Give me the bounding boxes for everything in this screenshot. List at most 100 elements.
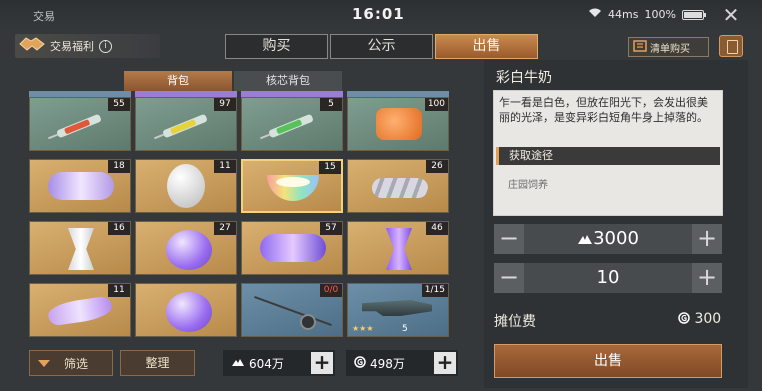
trade-welfare-button[interactable]: 交易福利 i <box>15 34 160 58</box>
inventory-slot[interactable]: 27 <box>135 221 237 275</box>
stall-fee-label: 摊位费 <box>494 314 536 330</box>
price-decrease-button[interactable]: − <box>494 224 524 254</box>
item-description-box: 乍一看是白色，但放在阳光下，会发出很美丽的光泽，是变异彩白短角牛身上掉落的。 获… <box>493 90 723 216</box>
purple-blob-icon <box>166 292 212 332</box>
sort-button[interactable]: 整理 <box>120 350 195 376</box>
add-currency-b-button[interactable]: + <box>434 352 456 374</box>
item-description: 乍一看是白色，但放在阳光下，会发出很美丽的光泽，是变异彩白短角牛身上掉落的。 <box>499 96 708 124</box>
inventory-slot[interactable]: 97 <box>135 97 237 151</box>
inventory-slot[interactable]: 100 <box>347 97 449 151</box>
item-quantity-badge: 27 <box>214 222 236 235</box>
coin-pile-icon <box>231 356 245 370</box>
cloud-cotton-icon <box>48 172 114 200</box>
battery-percent: 100% <box>644 8 676 21</box>
purple-spool-icon <box>386 228 412 270</box>
item-quantity-badge: 0/0 <box>320 284 342 297</box>
orange-jelly-icon <box>376 108 422 140</box>
source-text: 庄园饲养 <box>508 180 548 191</box>
inventory-slot[interactable]: 18 <box>29 159 131 213</box>
rifle-icon <box>362 300 432 316</box>
sell-button[interactable]: 出售 <box>494 344 722 378</box>
item-quantity-badge: 15 <box>319 161 341 174</box>
inventory-slot[interactable]: 46 <box>347 221 449 275</box>
item-name: 彩白牛奶 <box>496 70 552 86</box>
stall-fee-value: 300 <box>678 311 721 327</box>
silver-rope-icon <box>372 178 428 198</box>
quantity-increase-button[interactable]: + <box>692 263 722 293</box>
close-button[interactable]: ✕ <box>718 4 744 26</box>
rarity-strip <box>29 91 131 97</box>
item-quantity-badge: 100 <box>424 98 448 111</box>
welfare-label: 交易福利 <box>50 40 94 53</box>
currency-b-value: 498万 <box>370 356 405 371</box>
rarity-strip <box>241 91 343 97</box>
currency-a-value: 604万 <box>249 356 284 371</box>
tab-sell[interactable]: 出售 <box>435 34 538 59</box>
list-buy-label: 清单购买 <box>650 43 690 55</box>
clipboard-icon[interactable] <box>719 35 743 57</box>
red-syringe-icon <box>56 113 102 139</box>
add-currency-a-button[interactable]: + <box>311 352 333 374</box>
inventory-slot[interactable]: 1/15 ★★★ 5 <box>347 283 449 337</box>
white-egg-icon <box>167 164 205 208</box>
inventory-slot[interactable]: 5 <box>241 97 343 151</box>
filter-label: 筛选 <box>64 356 89 371</box>
rainbow-milk-bowl-icon <box>267 175 319 201</box>
currency-b-display: 498万 + <box>346 350 458 376</box>
price-number: 3000 <box>593 228 639 249</box>
purple-blob-icon <box>166 230 212 270</box>
rarity-strip <box>135 91 237 97</box>
inventory-slot[interactable]: 16 <box>29 221 131 275</box>
filter-button[interactable]: 筛选 <box>29 350 113 376</box>
gold-coin-icon <box>354 355 366 371</box>
status-indicators: 44ms 100% <box>588 8 706 21</box>
item-level: 5 <box>402 324 408 334</box>
tab-core-backpack[interactable]: 核芯背包 <box>234 71 342 91</box>
inventory-slot[interactable]: 55 <box>29 97 131 151</box>
yellow-syringe-icon <box>162 113 208 139</box>
inventory-slot[interactable]: 11 <box>135 159 237 213</box>
item-quantity-badge: 26 <box>426 160 448 173</box>
handshake-icon <box>19 35 45 57</box>
item-quantity-badge: 97 <box>214 98 236 111</box>
price-stepper: − 3000 + <box>494 224 722 254</box>
purple-feather-icon <box>46 295 114 327</box>
network-latency: 44ms <box>608 8 639 21</box>
inventory-slot[interactable]: 0/0 <box>241 283 343 337</box>
item-quantity-badge: 55 <box>108 98 130 111</box>
wifi-icon <box>588 8 602 21</box>
item-quantity-badge: 1/15 <box>421 284 448 297</box>
inventory-slot[interactable] <box>135 283 237 337</box>
item-quantity-badge: 16 <box>108 222 130 235</box>
inventory-slot[interactable]: 11 <box>29 283 131 337</box>
tab-buy[interactable]: 购买 <box>225 34 328 59</box>
quantity-value[interactable]: 10 <box>526 263 690 293</box>
item-quantity-badge: 46 <box>426 222 448 235</box>
app-name: 交易 <box>33 10 55 23</box>
rarity-stars: ★★★ <box>352 324 374 333</box>
quantity-decrease-button[interactable]: − <box>494 263 524 293</box>
battery-icon <box>681 10 706 20</box>
inventory-slot[interactable]: 26 <box>347 159 449 213</box>
cart-icon <box>633 39 647 55</box>
inventory-slot[interactable]: 15 <box>241 159 343 213</box>
price-increase-button[interactable]: + <box>692 224 722 254</box>
item-quantity-badge: 57 <box>320 222 342 235</box>
inventory-slot[interactable]: 57 <box>241 221 343 275</box>
inventory-grid: 55 97 5 100 18 11 15 26 16 27 57 46 11 0/0 1/15 ★★★ 5 <box>29 91 454 337</box>
item-quantity-badge: 11 <box>214 160 236 173</box>
tab-backpack[interactable]: 背包 <box>124 71 232 91</box>
green-syringe-icon <box>268 113 314 139</box>
tab-announce[interactable]: 公示 <box>330 34 433 59</box>
fishing-rod-icon <box>254 296 332 326</box>
currency-a-display: 604万 + <box>223 350 335 376</box>
info-icon[interactable]: i <box>99 39 112 53</box>
item-quantity-badge: 18 <box>108 160 130 173</box>
price-value[interactable]: 3000 <box>526 224 690 254</box>
rarity-strip <box>347 91 449 97</box>
nebula-cloud-icon <box>260 234 326 262</box>
clock: 16:01 <box>352 5 405 23</box>
white-spool-icon <box>68 228 94 270</box>
chevron-down-icon <box>38 359 50 367</box>
list-buy-button[interactable]: 清单购买 <box>628 37 709 57</box>
